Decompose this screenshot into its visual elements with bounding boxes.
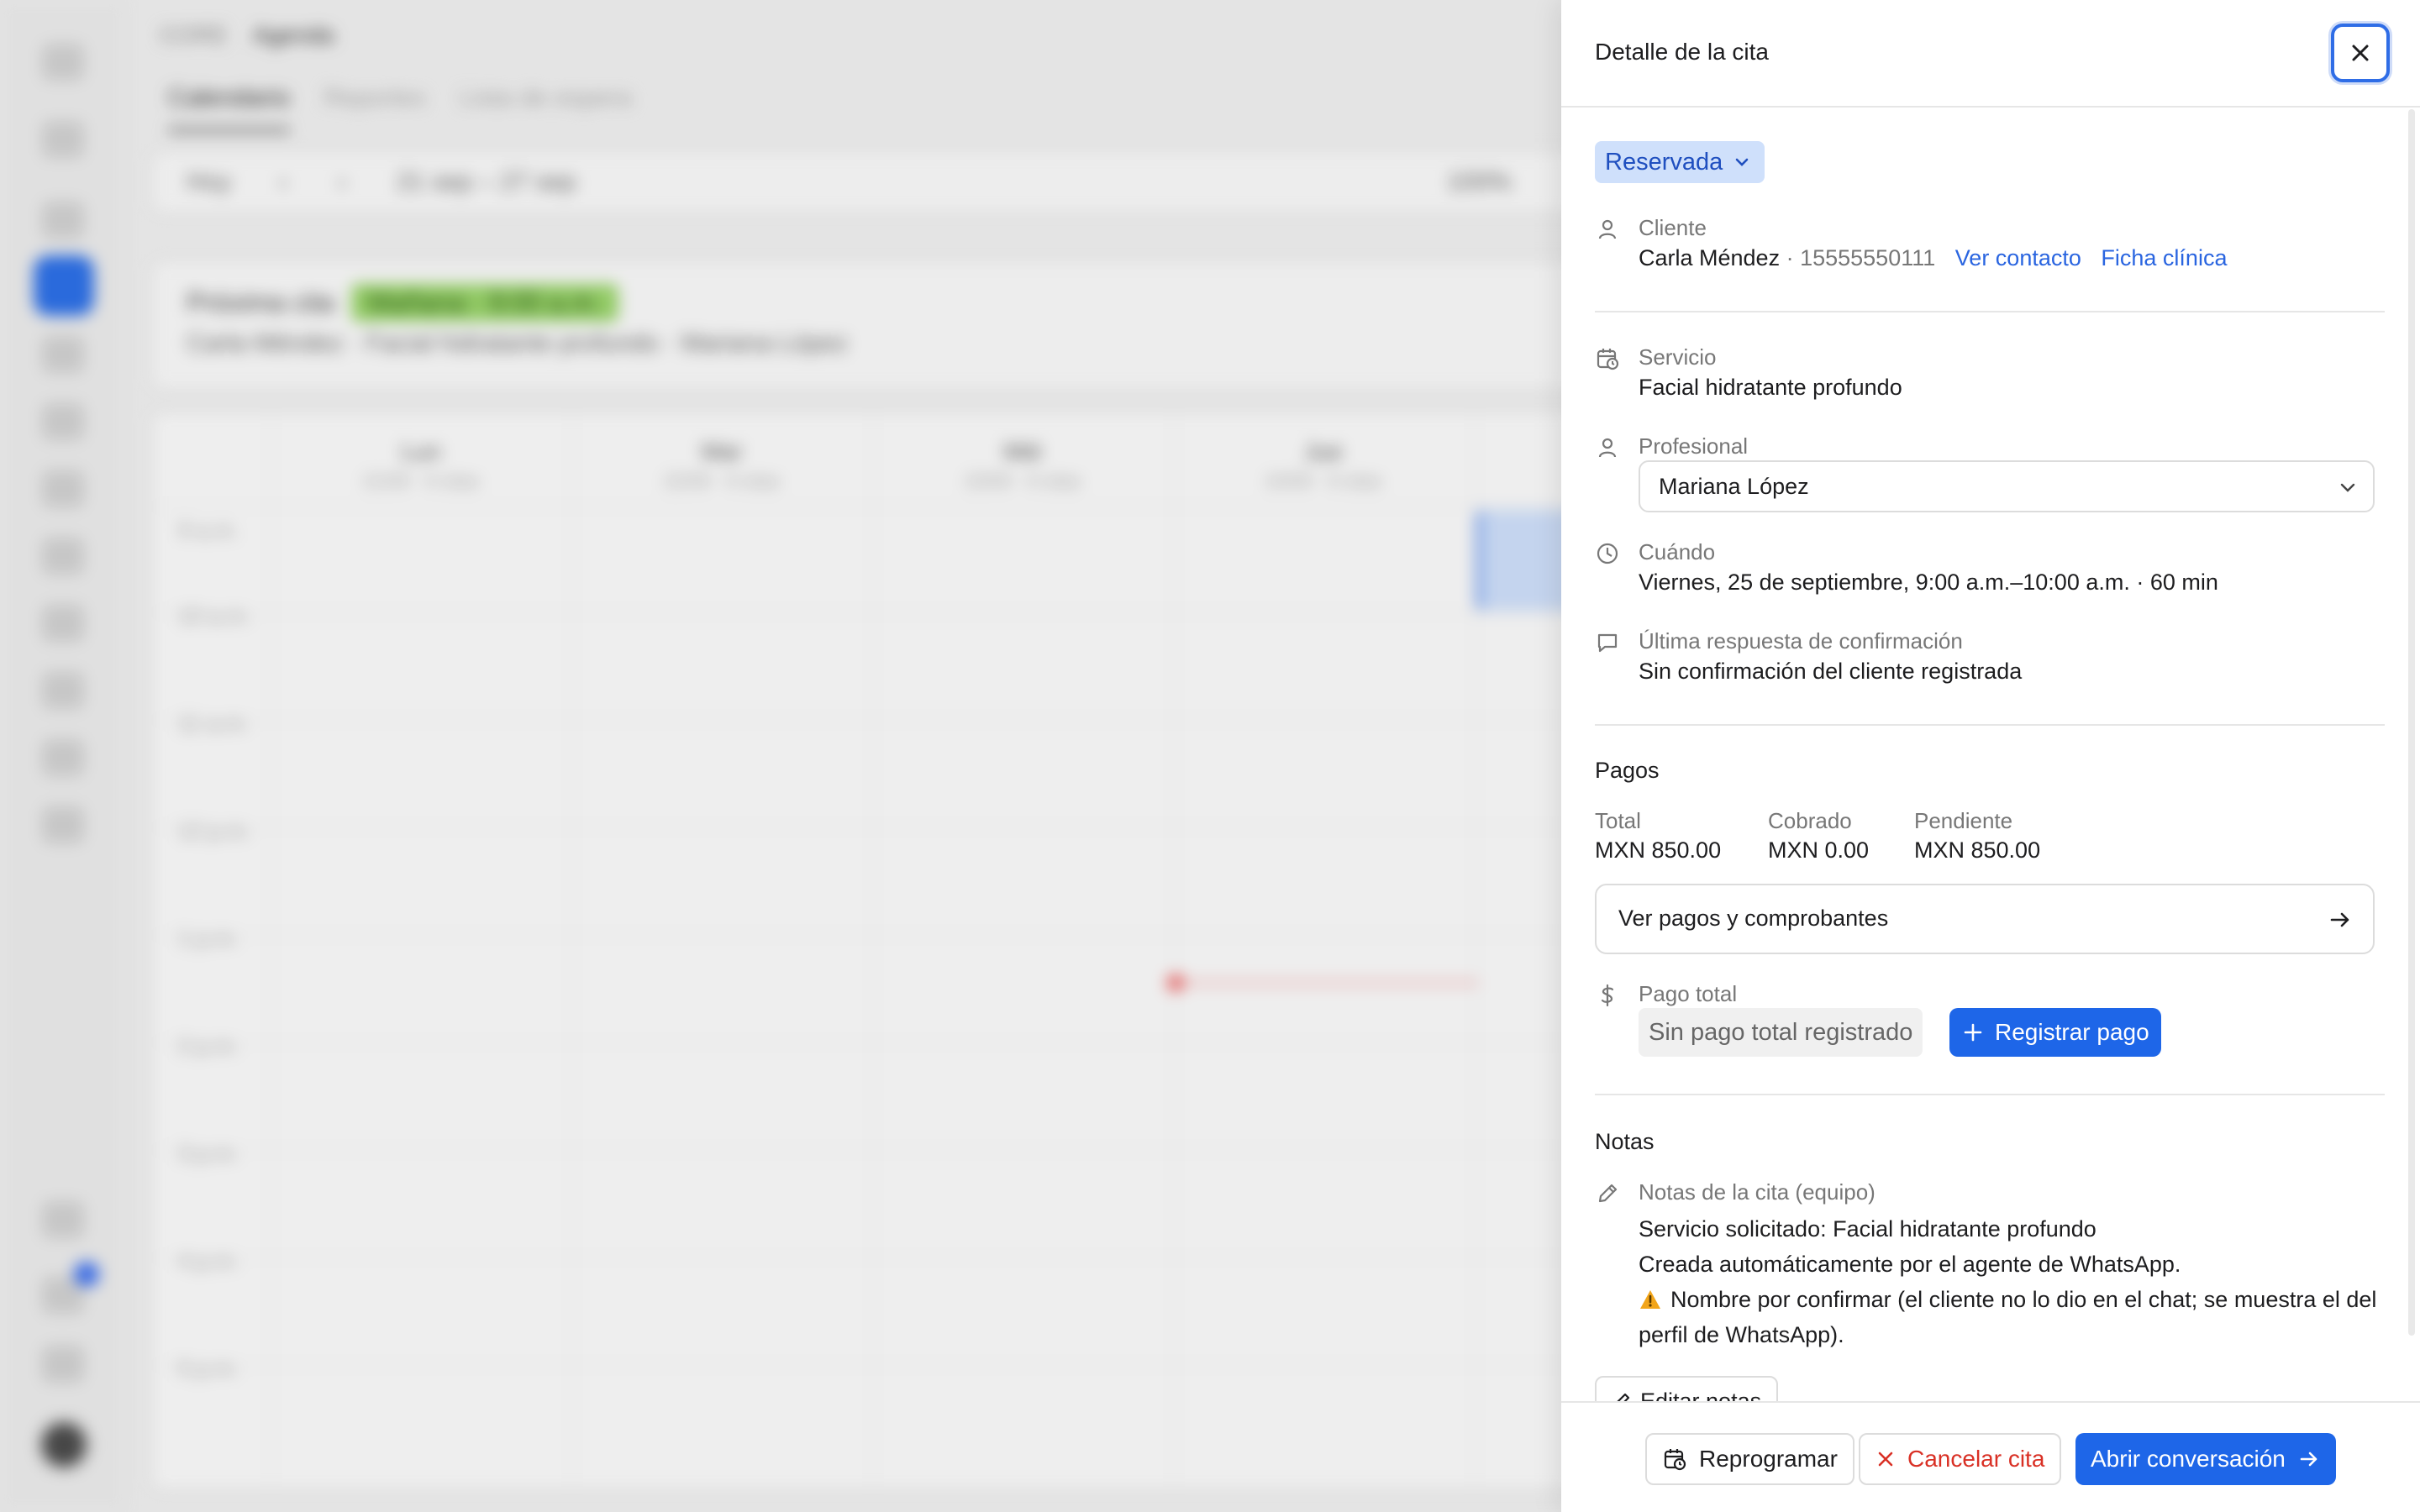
notes-title: Notas: [1595, 1129, 1655, 1154]
drawer-header: Detalle de la cita: [1561, 0, 2420, 108]
modal-overlay[interactable]: [0, 0, 1561, 1512]
payment-total: Total MXN 850.00: [1595, 808, 1722, 863]
calendar-clock-icon: [1664, 1449, 1686, 1471]
arrow-right-icon: [2300, 1452, 2317, 1467]
chevron-down-icon: [2340, 483, 2355, 492]
when-value: Viernes, 25 de septiembre, 9:00 a.m.–10:…: [1639, 570, 2218, 595]
plus-icon: [1964, 1023, 1982, 1042]
payment-pending: Pendiente MXN 850.00: [1914, 808, 2041, 863]
warning-icon: [1640, 1290, 1660, 1309]
payments-title: Pagos: [1595, 758, 1660, 783]
chevron-down-icon: [1735, 158, 1749, 166]
payment-collected: Cobrado MXN 0.00: [1768, 808, 1870, 863]
service-field: Servicio Facial hidratante profundo: [1595, 344, 2385, 405]
appointment-detail-drawer: Detalle de la cita Reservada Cliente Car…: [1561, 0, 2420, 1512]
view-payments-button[interactable]: Ver pagos y comprobantes: [1595, 884, 2375, 954]
reschedule-button[interactable]: Reprogramar: [1645, 1433, 1854, 1485]
notes-field: Notas de la cita (equipo): [1595, 1179, 2385, 1213]
clinical-file-link[interactable]: Ficha clínica: [2101, 245, 2227, 270]
cancel-appointment-button[interactable]: Cancelar cita: [1859, 1433, 2062, 1485]
arrow-right-icon: [2330, 912, 2349, 927]
message-icon: [1597, 633, 1618, 653]
when-field: Cuándo Viernes, 25 de septiembre, 9:00 a…: [1595, 539, 2385, 600]
drawer-body: Reservada Cliente Carla Méndez · 1555555…: [1561, 108, 2420, 1401]
client-field: Cliente Carla Méndez · 15555550111 Ver c…: [1595, 215, 2385, 276]
full-payment-status: Sin pago total registrado: [1639, 1008, 1923, 1057]
notes-text: Servicio solicitado: Facial hidratante p…: [1639, 1216, 2377, 1347]
close-button[interactable]: [2331, 24, 2390, 82]
status-label: Reservada: [1605, 148, 1723, 176]
confirmation-field: Última respuesta de confirmación Sin con…: [1595, 628, 2385, 689]
calendar-clock-icon: [1597, 349, 1619, 370]
clock-icon: [1597, 543, 1618, 564]
pencil-icon: [1617, 1393, 1630, 1401]
dollar-icon: [1601, 984, 1614, 1007]
drawer-title: Detalle de la cita: [1595, 39, 1770, 65]
close-icon: [2352, 45, 2369, 61]
client-phone: · 15555550111: [1786, 245, 1936, 270]
register-payment-button[interactable]: Registrar pago: [1949, 1008, 2161, 1057]
edit-notes-button[interactable]: Editar notas: [1595, 1376, 1779, 1401]
client-name: Carla Méndez: [1639, 245, 1781, 270]
user-icon: [1598, 438, 1617, 458]
open-conversation-button[interactable]: Abrir conversación: [2075, 1433, 2336, 1485]
pencil-icon: [1598, 1184, 1618, 1203]
view-contact-link[interactable]: Ver contacto: [1955, 245, 2081, 270]
close-icon: [1878, 1452, 1893, 1467]
professional-select[interactable]: Mariana López: [1639, 460, 2375, 512]
service-value: Facial hidratante profundo: [1639, 375, 1902, 400]
drawer-footer: Reprogramar Cancelar cita Abrir conversa…: [1561, 1401, 2420, 1512]
confirmation-value: Sin confirmación del cliente registrada: [1639, 659, 2023, 684]
user-icon: [1598, 219, 1617, 239]
status-dropdown[interactable]: Reservada: [1595, 141, 1765, 183]
